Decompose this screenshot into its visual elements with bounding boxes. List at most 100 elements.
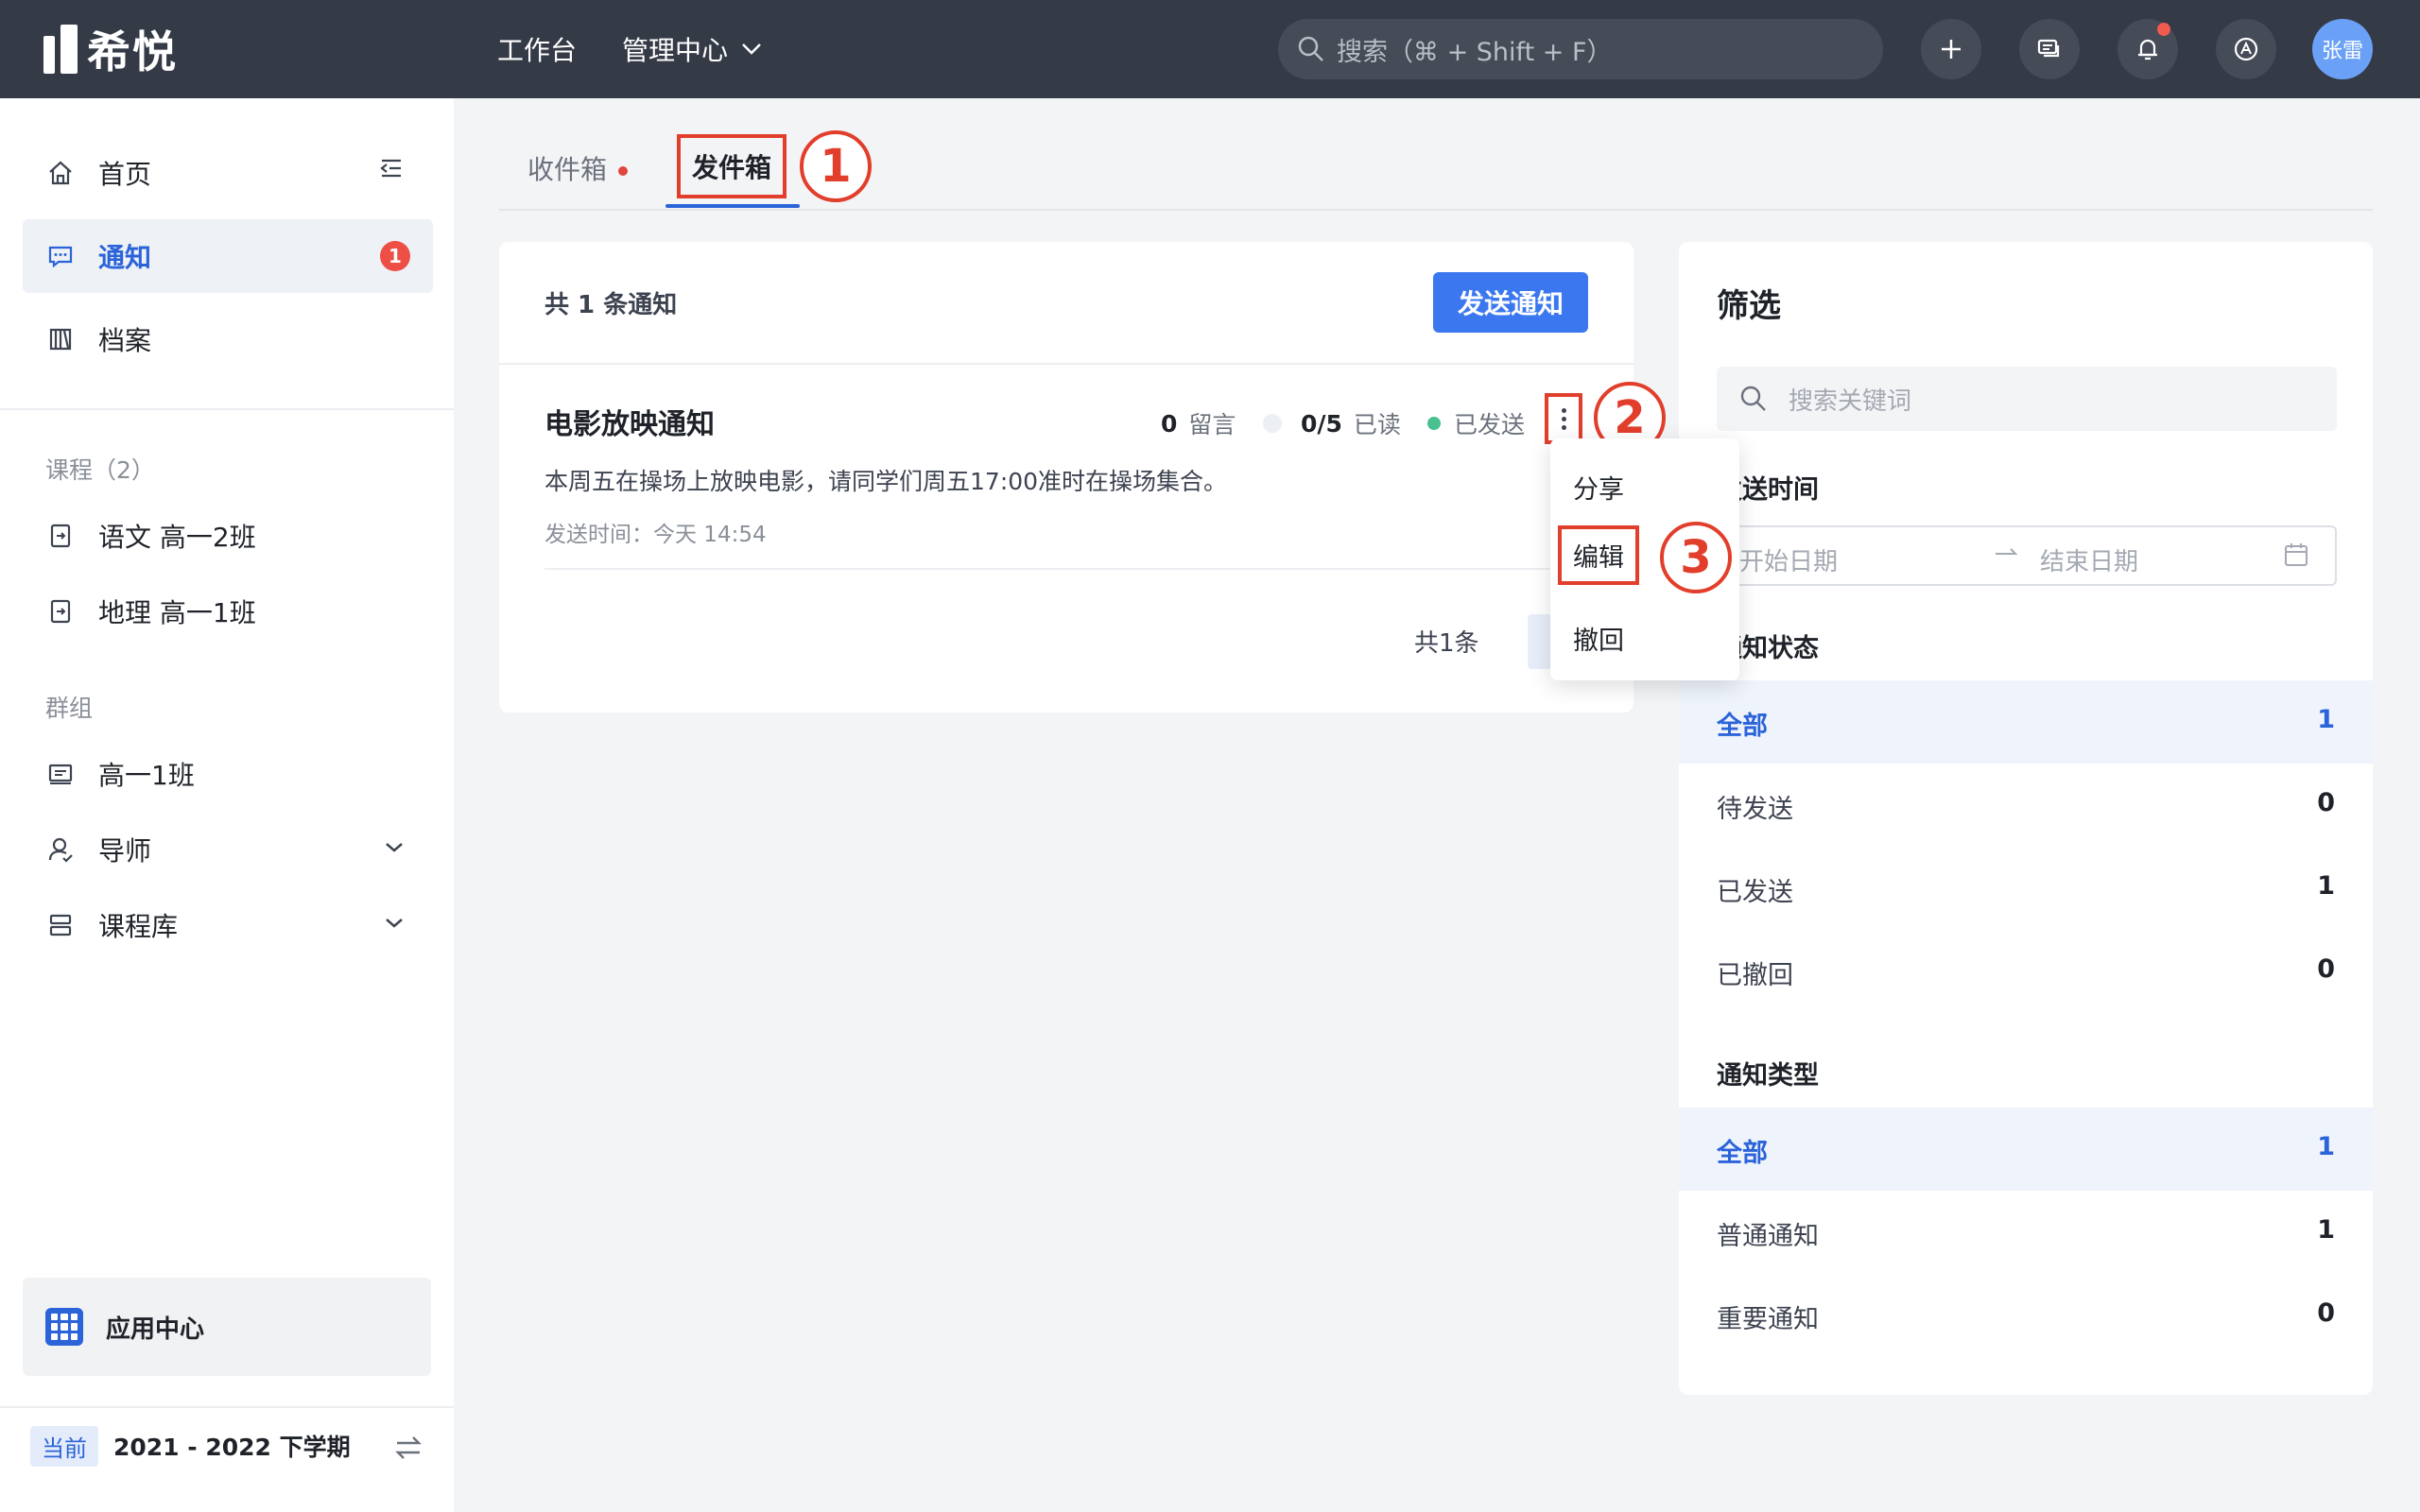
notice-list-card: 共 1 条通知 发送通知 电影放映通知 0 留言 0/5 已读 已发送 本周五在… (499, 242, 1634, 713)
more-actions-button[interactable] (1545, 393, 1582, 444)
sidebar-item-group-class[interactable]: 高一1班 (23, 737, 433, 811)
status-option-count: 0 (2317, 788, 2335, 817)
mentor-icon (45, 834, 76, 865)
sidebar-item-archive[interactable]: 档案 (23, 302, 433, 376)
filter-panel: 筛选 搜索关键词 发送时间 开始日期 结束日期 通知状态 全部 1 待发送 0 … (1679, 242, 2373, 1395)
collapse-sidebar-icon[interactable] (378, 157, 405, 185)
notice-status-label: 已发送 (1454, 411, 1526, 438)
menu-item-revoke[interactable]: 撤回 (1573, 620, 1624, 657)
sidebar-item-course-geography[interactable]: 地理 高一1班 (23, 575, 433, 648)
menu-item-share[interactable]: 分享 (1573, 469, 1624, 506)
tab-outbox[interactable]: 发件箱 (677, 134, 787, 198)
notice-comments-count: 0 (1161, 409, 1178, 438)
notice-count-badge: 1 (380, 241, 410, 271)
status-option-label: 已发送 (1717, 878, 1793, 907)
type-option-all[interactable]: 全部 1 (1679, 1108, 2373, 1191)
sidebar-item-mentor[interactable]: 导师 (23, 813, 433, 886)
sidebar-item-label: 首页 (98, 159, 152, 190)
more-vertical-icon (1561, 407, 1566, 413)
app-switcher-button[interactable] (2216, 19, 2276, 79)
pagination-total: 共1条 (1414, 629, 1479, 658)
sidebar-item-course-library[interactable]: 课程库 (23, 888, 433, 962)
status-dot-icon (1427, 417, 1441, 430)
group-board-icon (45, 759, 76, 789)
nav-workbench[interactable]: 工作台 (497, 26, 577, 72)
current-term: 当前 2021 - 2022 下学期 (30, 1421, 351, 1470)
active-tab-indicator (666, 204, 800, 208)
sidebar-item-label: 地理 高一1班 (98, 597, 256, 628)
filter-search-input[interactable]: 搜索关键词 (1717, 367, 2337, 431)
sidebar-item-notice[interactable]: 通知 1 (23, 219, 433, 293)
notice-title[interactable]: 电影放映通知 (544, 401, 715, 442)
send-notice-button[interactable]: 发送通知 (1433, 272, 1588, 333)
status-option-pending[interactable]: 待发送 0 (1679, 764, 2373, 847)
type-option-label: 全部 (1717, 1139, 1768, 1168)
inbox-unread-dot (618, 166, 629, 176)
notifications-button[interactable] (2118, 19, 2178, 79)
nav-admin-center[interactable]: 管理中心 (622, 26, 762, 72)
course-book-icon (45, 596, 76, 627)
menu-item-edit[interactable]: 编辑 (1558, 525, 1639, 585)
sidebar-item-label: 导师 (98, 835, 152, 867)
filter-title: 筛选 (1717, 287, 1781, 325)
compass-icon (2234, 37, 2258, 61)
app-logo[interactable]: 希悦 (43, 23, 178, 77)
search-icon (1298, 36, 1323, 61)
arrow-right-icon (1993, 539, 2019, 572)
sidebar-divider (0, 408, 454, 410)
type-option-important[interactable]: 重要通知 0 (1679, 1274, 2373, 1357)
global-search[interactable]: 搜索（⌘ + Shift + F） (1278, 19, 1883, 79)
user-avatar-name: 张雷 (2321, 40, 2363, 63)
date-range-picker[interactable]: 开始日期 结束日期 (1717, 525, 2337, 586)
tab-outbox-label: 发件箱 (692, 152, 772, 183)
notice-list-header: 共 1 条通知 发送通知 (499, 242, 1634, 365)
type-option-label: 重要通知 (1717, 1305, 1819, 1334)
message-icon (45, 241, 76, 271)
notice-read-count: 0/5 (1301, 409, 1342, 438)
notice-body: 本周五在操场上放映电影，请同学们周五17:00准时在操场集合。 (544, 468, 1228, 495)
status-option-revoked[interactable]: 已撤回 0 (1679, 930, 2373, 1013)
nav-admin-center-label: 管理中心 (622, 35, 729, 66)
type-option-count: 1 (2317, 1215, 2335, 1245)
tab-inbox-label: 收件箱 (527, 154, 608, 185)
status-option-sent[interactable]: 已发送 1 (1679, 847, 2373, 930)
bell-icon (2138, 39, 2157, 60)
course-book-icon (45, 521, 76, 551)
notice-comments[interactable]: 0 留言 (1161, 406, 1236, 440)
notice-count-text: 共 1 条通知 (544, 291, 678, 319)
top-bar: 希悦 工作台 管理中心 搜索（⌘ + Shift + F） 张雷 (0, 0, 2420, 98)
home-icon (45, 158, 76, 188)
app-center-button[interactable]: 应用中心 (23, 1278, 431, 1376)
chevron-down-icon (741, 38, 762, 61)
sidebar-item-home[interactable]: 首页 (23, 136, 433, 210)
type-option-normal[interactable]: 普通通知 1 (1679, 1191, 2373, 1274)
app-center-label: 应用中心 (106, 1314, 205, 1344)
current-term-tag: 当前 (30, 1425, 98, 1467)
sidebar-item-label: 通知 (98, 242, 152, 273)
type-option-label: 普通通知 (1717, 1222, 1819, 1251)
messages-button[interactable] (2019, 19, 2080, 79)
sidebar-divider (0, 1406, 454, 1408)
logo-text: 希悦 (87, 26, 178, 77)
logo-mark-icon (43, 25, 78, 74)
status-option-label: 已撤回 (1717, 961, 1793, 990)
status-option-all[interactable]: 全部 1 (1679, 680, 2373, 764)
sidebar-item-course-chinese[interactable]: 语文 高一2班 (23, 499, 433, 573)
tab-inbox[interactable]: 收件箱 (527, 149, 629, 187)
notice-sent-time: 发送时间：今天 14:54 (544, 523, 767, 547)
app-grid-icon (45, 1308, 83, 1346)
status-option-count: 0 (2317, 954, 2335, 984)
user-avatar[interactable]: 张雷 (2312, 19, 2373, 79)
notice-comments-label: 留言 (1188, 411, 1236, 438)
notice-read-label: 已读 (1353, 411, 1401, 438)
add-button[interactable] (1921, 19, 1981, 79)
start-date-placeholder: 开始日期 (1739, 548, 1839, 576)
notice-read-status[interactable]: 0/5 已读 (1263, 406, 1401, 440)
global-search-placeholder: 搜索（⌘ + Shift + F） (1337, 37, 1613, 67)
status-option-count: 1 (2317, 705, 2335, 734)
courses-section-title: 课程（2） (45, 456, 155, 484)
nav-workbench-label: 工作台 (497, 35, 578, 66)
chevron-down-icon (384, 909, 405, 936)
search-icon (1740, 386, 1766, 411)
switch-term-icon[interactable] (393, 1435, 424, 1465)
